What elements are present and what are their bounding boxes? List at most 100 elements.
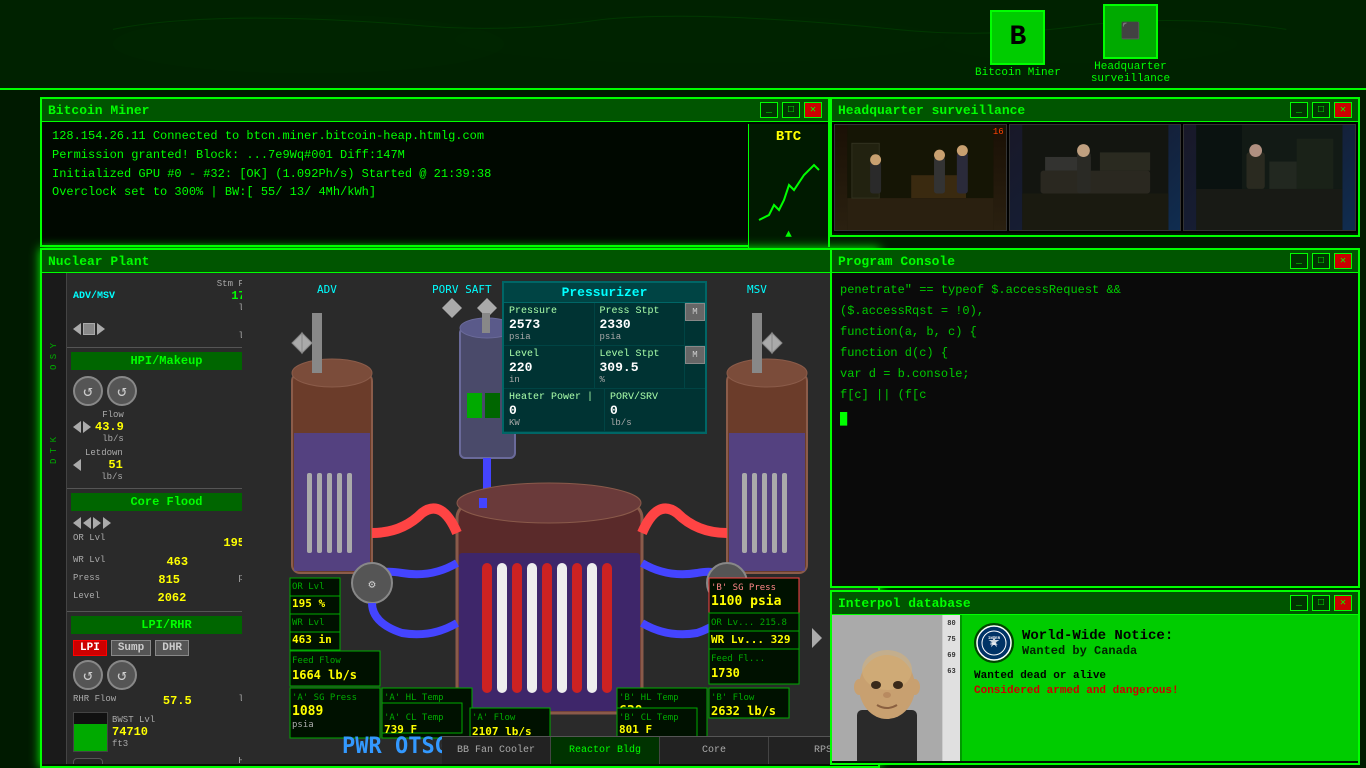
console-line-1: penetrate" == typeof $.accessRequest && bbox=[840, 281, 1350, 299]
sump-btn[interactable]: Sump bbox=[111, 640, 151, 656]
nuclear-window: Nuclear Plant _ □ O S Y D T K ADV/MSV St… bbox=[40, 248, 880, 768]
rhr-buttons: LPI Sump DHR bbox=[71, 638, 262, 658]
cam-scene-svg-2 bbox=[1010, 125, 1181, 230]
lpi-btn[interactable]: LPI bbox=[73, 640, 107, 656]
bitcoin-log-4: Overclock set to 300% | BW:[ 55/ 13/ 4Mh… bbox=[52, 184, 818, 201]
console-line-6: f[c] || (f[c bbox=[840, 386, 1350, 404]
rhr-pump-2: ↺ bbox=[107, 660, 137, 690]
interpol-close[interactable]: ✕ bbox=[1334, 595, 1352, 611]
interpol-notice-body: Wanted dead or alive Considered armed an… bbox=[974, 669, 1346, 700]
letdown-row: Letdown 51 lb/s bbox=[71, 446, 262, 484]
mugshot-svg bbox=[832, 615, 942, 761]
letdown-valve-tri-l bbox=[73, 459, 81, 471]
core-flood-controls bbox=[71, 515, 262, 531]
hq-window: Headquarter surveillance _ □ ✕ 2019-01-1… bbox=[830, 97, 1360, 237]
svg-text:1664 lb/s: 1664 lb/s bbox=[292, 668, 357, 682]
console-minimize[interactable]: _ bbox=[1290, 253, 1308, 269]
svg-text:'A' CL Temp: 'A' CL Temp bbox=[384, 713, 444, 723]
interpol-minimize[interactable]: _ bbox=[1290, 595, 1308, 611]
letdown-valve bbox=[73, 459, 81, 471]
interpol-notice-line1: Wanted dead or alive bbox=[974, 669, 1346, 684]
adv-msv-label: ADV/MSV bbox=[73, 291, 115, 302]
bitcoin-minimize[interactable]: _ bbox=[760, 102, 778, 118]
console-maximize[interactable]: □ bbox=[1312, 253, 1330, 269]
pz-pressure-cell: Pressure 2573 psia bbox=[504, 303, 595, 345]
cf-level-label: Level bbox=[73, 591, 100, 605]
bwst-level-bar-container bbox=[73, 712, 108, 752]
svg-text:2632 lb/s: 2632 lb/s bbox=[711, 704, 776, 718]
rhr-flow-label: RHR Flow bbox=[73, 694, 116, 708]
adv-valve-container bbox=[73, 323, 105, 335]
console-line-5: var d = b.console; bbox=[840, 365, 1350, 383]
valve-tri-left bbox=[73, 323, 81, 335]
cf-valve bbox=[73, 517, 111, 529]
bitcoin-log-2: Permission granted! Block: ...7e9Wq#001 … bbox=[52, 147, 818, 164]
bitcoin-close[interactable]: ✕ bbox=[804, 102, 822, 118]
ruler-80: 80 bbox=[947, 620, 955, 628]
bwst-val: 74710 bbox=[112, 725, 155, 739]
scroll-label2: D T K bbox=[47, 442, 61, 466]
hq-icon: ⬛ bbox=[1103, 4, 1158, 59]
cf-wr-lvl-label: WR Lvl bbox=[73, 555, 105, 569]
bwst-level-bar bbox=[74, 724, 107, 751]
rhr-flow-val: 57.5 bbox=[163, 694, 192, 708]
interpol-window-controls: _ □ ✕ bbox=[1290, 595, 1352, 611]
cf-valve-r2 bbox=[103, 517, 111, 529]
svg-text:801 F: 801 F bbox=[619, 723, 652, 736]
dhr-btn[interactable]: DHR bbox=[155, 640, 189, 656]
svg-text:WR Lv... 329: WR Lv... 329 bbox=[711, 633, 790, 646]
pz-pressure-val: 2573 bbox=[509, 317, 589, 332]
mugshot-bg: 80 75 69 63 bbox=[832, 615, 960, 761]
pz-press-stpt-val: 2330 bbox=[600, 317, 680, 332]
svg-text:Feed Flow: Feed Flow bbox=[292, 656, 341, 666]
cam-feed-3 bbox=[1183, 124, 1356, 231]
nav-core[interactable]: Core bbox=[660, 737, 769, 764]
bwst-level-row: BWST Lvl 74710 ft3 bbox=[71, 710, 262, 754]
console-close[interactable]: ✕ bbox=[1334, 253, 1352, 269]
ruler: 80 75 69 63 bbox=[942, 615, 960, 761]
hpi-pumps: ↺ ↺ bbox=[71, 374, 262, 408]
valve-tri-right bbox=[97, 323, 105, 335]
cf-or-lvl-label: OR Lvl bbox=[73, 533, 105, 551]
svg-text:'B' SG Press: 'B' SG Press bbox=[711, 583, 776, 593]
pz-level-val: 220 bbox=[509, 360, 589, 375]
pz-m-btn-1[interactable]: M bbox=[685, 303, 705, 321]
ruler-63: 63 bbox=[947, 668, 955, 676]
bwst-unit: ft3 bbox=[112, 739, 155, 749]
hpi-valve-tri-l bbox=[73, 421, 81, 433]
pz-heater-val: 0 bbox=[509, 403, 599, 418]
nav-bb-fan[interactable]: BB Fan Cooler bbox=[442, 737, 551, 764]
interpol-text: World-Wide Notice: Wanted by Canada bbox=[1022, 628, 1173, 658]
bitcoin-maximize[interactable]: □ bbox=[782, 102, 800, 118]
nuclear-content: O S Y D T K ADV/MSV Stm Flow 1795 lb/s bbox=[42, 273, 878, 764]
nav-reactor-bldg[interactable]: Reactor Bldg bbox=[551, 737, 660, 764]
hq-minimize[interactable]: _ bbox=[1290, 102, 1308, 118]
svg-text:195 %: 195 % bbox=[292, 597, 325, 610]
svg-text:Feed Fl...: Feed Fl... bbox=[711, 654, 765, 664]
pz-heater-unit: KW bbox=[509, 418, 599, 428]
console-window-controls: _ □ ✕ bbox=[1290, 253, 1352, 269]
cf-wr-lvl-val: 463 bbox=[166, 555, 188, 569]
adv-msv-section: ADV/MSV Stm Flow 1795 lb/s 0 bbox=[67, 273, 266, 348]
hq-maximize[interactable]: □ bbox=[1312, 102, 1330, 118]
svg-text:1089: 1089 bbox=[292, 704, 323, 719]
pz-m-btn-2[interactable]: M bbox=[685, 346, 705, 364]
core-flood-section: Core Flood OR Lvl 195 % bbox=[67, 489, 266, 612]
interpol-content: 80 75 69 63 bbox=[832, 615, 1358, 761]
cf-press-val: 815 bbox=[158, 573, 180, 587]
svg-text:739 F: 739 F bbox=[384, 723, 417, 736]
letdown-display: Letdown 51 lb/s bbox=[85, 448, 123, 482]
bitcoin-taskbar-btn[interactable]: B Bitcoin Miner bbox=[975, 10, 1061, 79]
hq-window-controls: _ □ ✕ bbox=[1290, 102, 1352, 118]
interpol-maximize[interactable]: □ bbox=[1312, 595, 1330, 611]
svg-text:PWR OTSG: PWR OTSG bbox=[342, 734, 448, 759]
hq-taskbar-btn[interactable]: ⬛ Headquarter surveillance bbox=[1091, 4, 1170, 85]
console-titlebar: Program Console _ □ ✕ bbox=[832, 250, 1358, 273]
console-title: Program Console bbox=[838, 254, 955, 269]
cf-wr-lvl: WR Lvl 463 in bbox=[71, 553, 262, 571]
valve-box bbox=[83, 323, 95, 335]
console-line-2: ($.accessRqst = !0), bbox=[840, 302, 1350, 320]
hq-close[interactable]: ✕ bbox=[1334, 102, 1352, 118]
pz-level-cell: Level 220 in bbox=[504, 346, 595, 388]
btc-currency-label: BTC bbox=[749, 129, 828, 145]
